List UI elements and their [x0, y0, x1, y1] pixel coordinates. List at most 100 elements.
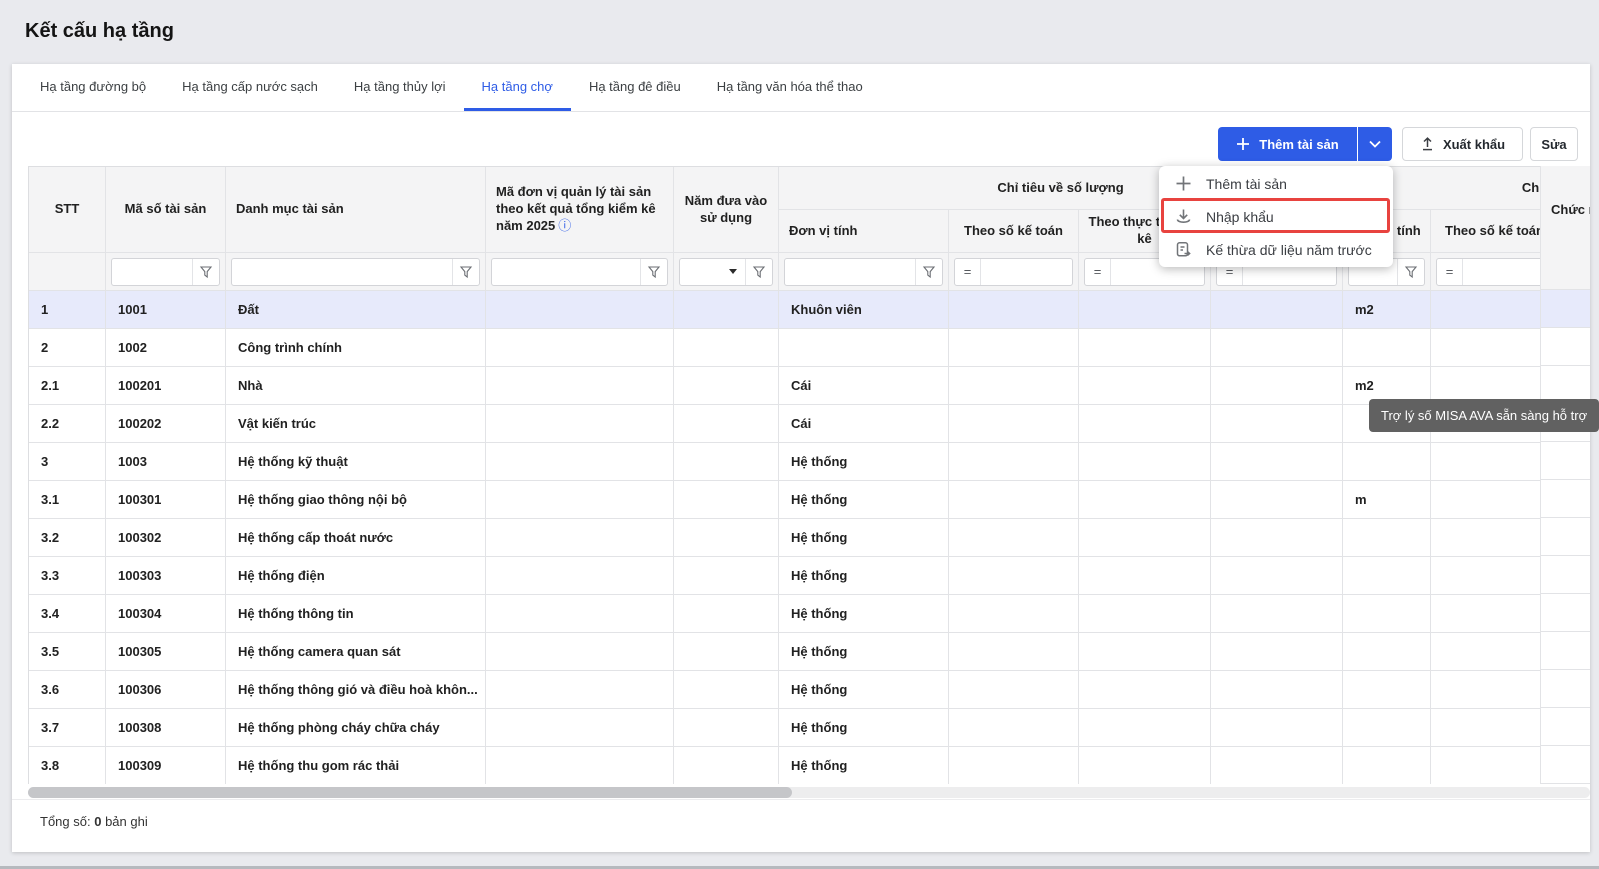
info-icon[interactable]: ⓘ — [558, 218, 571, 233]
category-filter-input[interactable] — [232, 259, 452, 285]
cell-code[interactable]: 100308 — [106, 709, 226, 747]
col-header-ma-don-vi[interactable]: Mã đơn vị quản lý tài sản theo kết quả t… — [486, 167, 674, 253]
unit-code-filter-input[interactable] — [492, 259, 640, 285]
cell-code[interactable]: 100303 — [106, 557, 226, 595]
cell-year[interactable] — [674, 557, 779, 595]
cell-code[interactable]: 100301 — [106, 481, 226, 519]
cell-unit[interactable]: Khuôn viên — [779, 291, 949, 329]
tab-ha-tang-duong-bo[interactable]: Hạ tầng đường bộ — [22, 64, 164, 111]
cell-name[interactable]: Nhà — [226, 367, 486, 405]
cell-unit[interactable]: Hệ thống — [779, 519, 949, 557]
cell-name[interactable]: Vật kiến trúc — [226, 405, 486, 443]
cell-name[interactable]: Hệ thống thông tin — [226, 595, 486, 633]
cell-unit2[interactable] — [1343, 671, 1431, 709]
cell-stt[interactable]: 3 — [29, 443, 106, 481]
cell-unit2[interactable] — [1343, 747, 1431, 784]
cell-by_inventory[interactable] — [1079, 367, 1211, 405]
cell-year[interactable] — [674, 443, 779, 481]
cell-by_book[interactable] — [949, 519, 1079, 557]
cell-code[interactable]: 1003 — [106, 443, 226, 481]
col-header-nam-dua-vao-su-dung[interactable]: Năm đưa vào sử dụng — [674, 167, 779, 253]
add-asset-dropdown-button[interactable] — [1358, 127, 1392, 161]
actions-cell[interactable] — [1541, 670, 1590, 708]
cell-year[interactable] — [674, 405, 779, 443]
cell-year[interactable] — [674, 747, 779, 784]
actions-cell[interactable] — [1541, 556, 1590, 594]
cell-name[interactable]: Hệ thống giao thông nội bộ — [226, 481, 486, 519]
tab-ha-tang-cap-nuoc-sach[interactable]: Hạ tầng cấp nước sạch — [164, 64, 336, 111]
cell-unit[interactable]: Cái — [779, 367, 949, 405]
cell-unit_code[interactable] — [486, 671, 674, 709]
cell-name[interactable]: Hệ thống phòng cháy chữa cháy — [226, 709, 486, 747]
actions-cell[interactable] — [1541, 708, 1590, 746]
cell-by_book[interactable] — [949, 291, 1079, 329]
cell-unit[interactable]: Cái — [779, 405, 949, 443]
col-header-danh-muc-tai-san[interactable]: Danh mục tài sản — [226, 167, 486, 253]
cell-unit2[interactable]: m2 — [1343, 291, 1431, 329]
filter-funnel-icon[interactable] — [640, 259, 667, 285]
equals-operator[interactable]: = — [955, 259, 981, 285]
code-filter-input[interactable] — [112, 259, 192, 285]
cell-unit[interactable]: Hệ thống — [779, 443, 949, 481]
cell-stt[interactable]: 2.1 — [29, 367, 106, 405]
cell-year[interactable] — [674, 367, 779, 405]
menu-item-them-tai-san[interactable]: Thêm tài sản — [1159, 167, 1393, 200]
cell-stt[interactable]: 2 — [29, 329, 106, 367]
cell-by_book[interactable] — [949, 443, 1079, 481]
cell-stt[interactable]: 2.2 — [29, 405, 106, 443]
cell-stt[interactable]: 3.6 — [29, 671, 106, 709]
cell-unit2[interactable] — [1343, 595, 1431, 633]
tab-ha-tang-de-dieu[interactable]: Hạ tầng đê điều — [571, 64, 699, 111]
cell-year[interactable] — [674, 291, 779, 329]
by-book-filter-input[interactable] — [981, 259, 1072, 285]
cell-year[interactable] — [674, 709, 779, 747]
cell-stt[interactable]: 3.7 — [29, 709, 106, 747]
filter-funnel-icon[interactable] — [1397, 259, 1424, 285]
cell-unit_code[interactable] — [486, 329, 674, 367]
tab-ha-tang-cho[interactable]: Hạ tầng chợ — [464, 64, 571, 111]
cell-code[interactable]: 100304 — [106, 595, 226, 633]
cell-name[interactable]: Công trình chính — [226, 329, 486, 367]
cell-by_book[interactable] — [949, 329, 1079, 367]
cell-unit2[interactable] — [1343, 443, 1431, 481]
cell-unit_code[interactable] — [486, 519, 674, 557]
cell-by_book[interactable] — [949, 367, 1079, 405]
cell-stt[interactable]: 3.8 — [29, 747, 106, 784]
cell-unit_code[interactable] — [486, 443, 674, 481]
cell-by_inventory[interactable] — [1079, 557, 1211, 595]
cell-by_book[interactable] — [949, 557, 1079, 595]
add-asset-button[interactable]: Thêm tài sản — [1218, 127, 1357, 161]
cell-stt[interactable]: 3.1 — [29, 481, 106, 519]
cell-unit2[interactable] — [1343, 329, 1431, 367]
col-header-don-vi-tinh[interactable]: Đơn vị tính — [779, 210, 949, 253]
cell-name[interactable]: Hệ thống kỹ thuật — [226, 443, 486, 481]
cell-name[interactable]: Hệ thống camera quan sát — [226, 633, 486, 671]
cell-code[interactable]: 1002 — [106, 329, 226, 367]
cell-year[interactable] — [674, 519, 779, 557]
cell-by_book[interactable] — [949, 481, 1079, 519]
cell-code[interactable]: 100201 — [106, 367, 226, 405]
cell-unit[interactable]: Hệ thống — [779, 557, 949, 595]
cell-unit2[interactable] — [1343, 633, 1431, 671]
menu-item-nhap-khau[interactable]: Nhập khẩu — [1159, 200, 1393, 233]
cell-by_book[interactable] — [949, 671, 1079, 709]
cell-stt[interactable]: 3.2 — [29, 519, 106, 557]
cell-hidden[interactable] — [1211, 367, 1343, 405]
cell-unit[interactable]: Hệ thống — [779, 671, 949, 709]
cell-by_book[interactable] — [949, 633, 1079, 671]
cell-unit[interactable]: Hệ thống — [779, 747, 949, 784]
cell-hidden[interactable] — [1211, 405, 1343, 443]
cell-by_inventory[interactable] — [1079, 747, 1211, 784]
cell-hidden[interactable] — [1211, 443, 1343, 481]
cell-year[interactable] — [674, 633, 779, 671]
by-book2-filter-input[interactable] — [1463, 259, 1552, 285]
cell-hidden[interactable] — [1211, 481, 1343, 519]
cell-hidden[interactable] — [1211, 709, 1343, 747]
cell-by_inventory[interactable] — [1079, 405, 1211, 443]
cell-by_inventory[interactable] — [1079, 291, 1211, 329]
cell-year[interactable] — [674, 671, 779, 709]
year-filter-select[interactable] — [680, 259, 745, 285]
cell-unit[interactable]: Hệ thống — [779, 595, 949, 633]
cell-unit_code[interactable] — [486, 291, 674, 329]
actions-cell[interactable] — [1541, 746, 1590, 784]
